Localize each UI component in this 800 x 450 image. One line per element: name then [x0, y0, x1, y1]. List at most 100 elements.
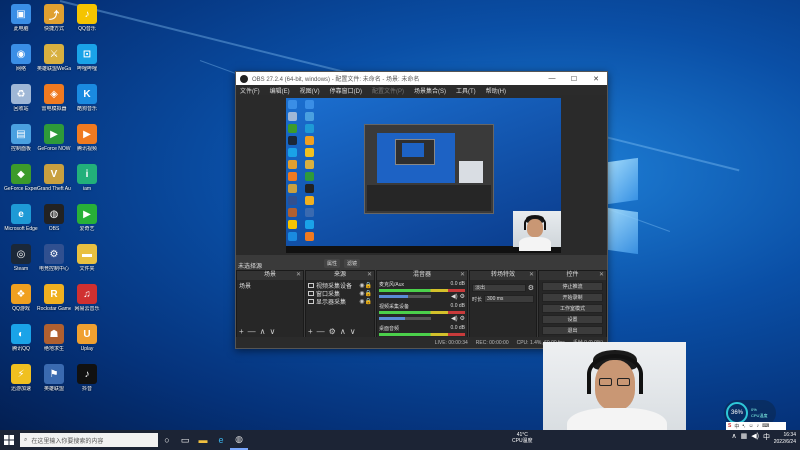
source-item[interactable]: 显示器采集 ◉🔒 — [308, 297, 372, 306]
add-icon[interactable]: + — [308, 327, 313, 336]
obs-window[interactable]: OBS 27.2.4 (64-bit, windows) - 配置文件: 未命名… — [235, 71, 608, 349]
file-explorer-icon[interactable]: ▬ — [194, 430, 212, 450]
gear-icon[interactable]: ⚙ — [528, 284, 534, 292]
desktop-icon[interactable]: K 酷狗音乐 — [70, 84, 104, 112]
menu-profile[interactable]: 配置文件(P) — [372, 86, 404, 95]
control-button[interactable]: 开始录制 — [542, 293, 603, 302]
desktop-icon[interactable]: ◎ Steam — [4, 244, 38, 272]
dock-close-icon[interactable]: ✕ — [599, 271, 604, 280]
taskbar-clock[interactable]: 16:34 2022/6/24 — [774, 432, 796, 446]
taskbar-search-box[interactable]: ⌕ 在这里输入你要搜索的内容 — [20, 433, 158, 447]
obs-title-bar[interactable]: OBS 27.2.4 (64-bit, windows) - 配置文件: 未命名… — [236, 72, 607, 85]
mic-icon[interactable]: ♪ — [757, 423, 760, 429]
desktop-icon[interactable]: ▶ GeForce NOW — [37, 124, 71, 152]
desktop-icon[interactable]: ▶ 爱奇艺 — [70, 204, 104, 232]
obs-preview-canvas[interactable] — [286, 98, 561, 253]
desktop-icon[interactable]: ♪ 抖音 — [70, 364, 104, 392]
desktop-icon[interactable]: ◍ OBS — [37, 204, 71, 232]
desktop-icon[interactable]: R Rockstar Games — [37, 284, 71, 312]
desktop-icon[interactable]: ♻ 回收站 — [4, 84, 38, 112]
control-button[interactable]: 退出 — [542, 326, 603, 335]
obs-taskbar-icon[interactable]: ◍ — [230, 430, 248, 450]
edge-icon[interactable]: e — [212, 430, 230, 450]
ime-indicator[interactable]: 中 — [763, 432, 770, 442]
desktop-icon[interactable]: e Microsoft Edge — [4, 204, 38, 232]
volume-slider[interactable] — [379, 317, 431, 320]
speaker-icon[interactable]: ◀) — [451, 293, 458, 300]
gear-icon[interactable]: ⚙ — [329, 327, 336, 336]
desktop-icon[interactable]: ▤ 控制面板 — [4, 124, 38, 152]
visibility-lock-icon[interactable]: ◉🔒 — [359, 298, 372, 305]
dock-close-icon[interactable]: ✕ — [296, 271, 301, 280]
desktop-icon[interactable]: ⚑ 英雄联盟 — [37, 364, 71, 392]
desktop-icon[interactable]: i iam — [70, 164, 104, 192]
desktop-icon[interactable]: ◈ 雷电模拟器 — [37, 84, 71, 112]
desktop-icon[interactable]: ☗ 绝地求生 — [37, 324, 71, 352]
desktop-icon-label: GeForce NOW — [37, 146, 71, 152]
tray-chevron-icon[interactable]: ∧ — [732, 432, 737, 442]
desktop-icon[interactable]: ▣ 此电脑 — [4, 4, 38, 32]
add-icon[interactable]: + — [239, 327, 244, 336]
desktop-icon[interactable]: ◆ GeForce Experience — [4, 164, 38, 192]
sogou-icon[interactable]: S — [728, 423, 731, 429]
desktop-icon[interactable]: U Uplay — [70, 324, 104, 352]
desktop-icon[interactable]: ◉ 网络 — [4, 44, 38, 72]
menu-docks[interactable]: 停靠窗口(D) — [330, 86, 362, 95]
move-down-icon[interactable]: ∨ — [350, 327, 356, 336]
volume-slider[interactable] — [379, 295, 431, 298]
speaker-icon[interactable]: ◀) — [451, 315, 458, 322]
minimize-icon[interactable]: — — [541, 75, 563, 82]
transition-select[interactable]: 淡出 — [472, 284, 526, 292]
visibility-lock-icon[interactable]: ◉🔒 — [359, 282, 372, 289]
control-button[interactable]: 工作室模式 — [542, 304, 603, 313]
desktop-icon[interactable]: ⤴ 快捷方式 — [37, 4, 71, 32]
dock-close-icon[interactable]: ✕ — [460, 271, 465, 280]
menu-help[interactable]: 帮助(H) — [486, 86, 506, 95]
menu-scene-collection[interactable]: 场景集合(S) — [414, 86, 446, 95]
control-button[interactable]: 停止推流 — [542, 282, 603, 291]
desktop-icon[interactable]: ▶ 腾讯视频 — [70, 124, 104, 152]
desktop-icon[interactable]: ♫ 网易云音乐 — [70, 284, 104, 312]
desktop-icon[interactable]: ⚔ 英雄联盟WeGame — [37, 44, 71, 72]
network-icon[interactable]: ▦ — [741, 432, 748, 442]
desktop-icon[interactable]: ⚙ 电竞控制中心 — [37, 244, 71, 272]
desktop-icon[interactable]: ❖ QQ游戏 — [4, 284, 38, 312]
desktop-icon[interactable]: ⊡ 哔哩哔哩 — [70, 44, 104, 72]
emoji-icon[interactable]: ☺ — [749, 423, 754, 429]
filters-button[interactable]: 滤镜 — [344, 259, 361, 268]
ime-mode-icon[interactable]: 中 — [734, 423, 739, 430]
task-view-icon[interactable]: ▭ — [176, 430, 194, 450]
punctuation-icon[interactable]: •, — [742, 423, 745, 429]
control-button[interactable]: 设置 — [542, 315, 603, 324]
duration-input[interactable]: 300 ms — [484, 295, 534, 303]
desktop-icon[interactable]: ⚡ 迅游加速 — [4, 364, 38, 392]
menu-file[interactable]: 文件(F) — [240, 86, 260, 95]
maximize-icon[interactable]: ☐ — [563, 75, 585, 83]
dock-close-icon[interactable]: ✕ — [529, 271, 534, 280]
desktop-icon[interactable]: V Grand Theft Auto V — [37, 164, 71, 192]
move-up-icon[interactable]: ∧ — [340, 327, 346, 336]
ime-toolbar[interactable]: S 中 •, ☺ ♪ ⌨ — [726, 422, 786, 430]
weather-widget[interactable]: 41°C CPU温度 — [512, 432, 533, 444]
gear-icon[interactable]: ⚙ — [460, 293, 465, 300]
gear-icon[interactable]: ⚙ — [460, 315, 465, 322]
scene-item[interactable]: 场景 — [239, 281, 301, 290]
keyboard-icon[interactable]: ⌨ — [762, 423, 769, 429]
menu-edit[interactable]: 编辑(E) — [270, 86, 290, 95]
start-button[interactable] — [0, 430, 18, 450]
visibility-lock-icon[interactable]: ◉🔒 — [359, 290, 372, 297]
move-up-icon[interactable]: ∧ — [260, 327, 266, 336]
menu-view[interactable]: 视图(V) — [300, 86, 320, 95]
volume-icon[interactable]: ◀) — [751, 432, 759, 442]
remove-icon[interactable]: — — [317, 327, 325, 336]
close-icon[interactable]: ✕ — [585, 75, 607, 83]
menu-tools[interactable]: 工具(T) — [456, 86, 476, 95]
dock-close-icon[interactable]: ✕ — [367, 271, 372, 280]
cortana-icon[interactable]: ○ — [158, 430, 176, 450]
desktop-icon[interactable]: ▬ 文件夹 — [70, 244, 104, 272]
desktop-icon[interactable]: ♪ QQ音乐 — [70, 4, 104, 32]
move-down-icon[interactable]: ∨ — [270, 327, 276, 336]
properties-button[interactable]: 属性 — [324, 259, 341, 268]
remove-icon[interactable]: — — [248, 327, 256, 336]
desktop-icon[interactable]: ◐ 腾讯QQ — [4, 324, 38, 352]
